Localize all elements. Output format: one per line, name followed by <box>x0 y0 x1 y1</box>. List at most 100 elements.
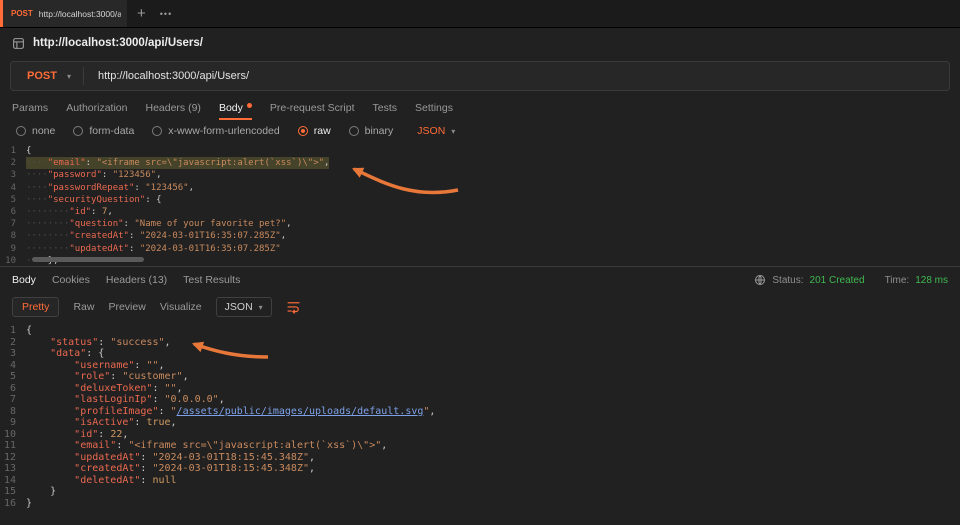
url-builder-row: POST ▾ http://localhost:3000/api/Users/ <box>0 58 960 96</box>
tab-body-label: Body <box>219 102 243 114</box>
response-body-editor[interactable]: 1{2 "status": "success",3 "data": {4 "us… <box>0 321 960 513</box>
status-label: Status: <box>772 275 803 286</box>
body-type-none[interactable]: none <box>16 125 55 137</box>
code-text: "updatedAt": "2024-03-01T18:15:45.348Z", <box>26 452 315 464</box>
line-number: 1 <box>0 325 26 337</box>
line-number: 16 <box>0 498 26 510</box>
request-tab[interactable]: POST http://localhost:3000/a <box>3 0 127 27</box>
line-number: 4 <box>0 360 26 372</box>
code-text: "createdAt": "2024-03-01T18:15:45.348Z", <box>26 463 315 475</box>
code-line: 4 "username": "", <box>0 360 960 372</box>
view-pretty[interactable]: Pretty <box>12 297 59 317</box>
code-line: 15 } <box>0 486 960 498</box>
tab-settings[interactable]: Settings <box>415 96 453 120</box>
tab-url-label: http://localhost:3000/a <box>39 9 121 19</box>
code-text: } <box>26 486 56 498</box>
response-tab-headers[interactable]: Headers (13) <box>106 274 167 286</box>
code-line: 8········"createdAt": "2024-03-01T16:35:… <box>0 230 960 242</box>
tab-pre-request-script[interactable]: Pre-request Script <box>270 96 355 120</box>
line-number: 13 <box>0 463 26 475</box>
line-number: 12 <box>0 452 26 464</box>
code-line: 14 "deletedAt": null <box>0 475 960 487</box>
code-text: ········"createdAt": "2024-03-01T16:35:0… <box>26 230 286 242</box>
code-line: 3 "data": { <box>0 348 960 360</box>
view-raw[interactable]: Raw <box>73 301 94 313</box>
line-number: 2 <box>0 157 26 169</box>
code-line: 8 "profileImage": "/assets/public/images… <box>0 406 960 418</box>
line-number: 7 <box>0 394 26 406</box>
code-line: 10 "id": 22, <box>0 429 960 441</box>
line-number: 8 <box>0 230 26 242</box>
line-number: 11 <box>0 440 26 452</box>
body-type-binary[interactable]: binary <box>349 125 394 137</box>
code-line: 1{ <box>0 325 960 337</box>
wrap-lines-icon <box>286 301 301 314</box>
body-type-raw[interactable]: raw <box>298 125 331 137</box>
body-type-x-www-form-urlencoded[interactable]: x-www-form-urlencoded <box>152 125 279 137</box>
code-text: "deluxeToken": "", <box>26 383 183 395</box>
response-tab-body[interactable]: Body <box>12 274 36 286</box>
view-preview[interactable]: Preview <box>108 301 145 313</box>
new-tab-button[interactable]: + <box>137 5 146 22</box>
tab-options-button[interactable]: ••• <box>160 9 172 19</box>
code-line: 9 "isActive": true, <box>0 417 960 429</box>
line-number: 7 <box>0 218 26 230</box>
tab-authorization[interactable]: Authorization <box>66 96 127 120</box>
chevron-down-icon: ▾ <box>259 303 263 312</box>
response-tab-test-results[interactable]: Test Results <box>183 274 240 286</box>
line-number: 2 <box>0 337 26 349</box>
response-tab-cookies[interactable]: Cookies <box>52 274 90 286</box>
code-line: 6········"id": 7, <box>0 206 960 218</box>
code-text: "isActive": true, <box>26 417 177 429</box>
wrap-lines-button[interactable] <box>286 301 301 314</box>
unsaved-dot-icon <box>247 103 252 108</box>
code-line: 3····"password": "123456", <box>0 169 960 181</box>
tab-tests[interactable]: Tests <box>373 96 398 120</box>
code-text: "data": { <box>26 348 104 360</box>
response-panel: Body Cookies Headers (13) Test Results S… <box>0 266 960 513</box>
code-line: 10····}, <box>0 255 960 266</box>
tab-params[interactable]: Params <box>12 96 48 120</box>
code-text: "role": "customer", <box>26 371 189 383</box>
radio-icon <box>73 126 83 136</box>
code-text: { <box>26 325 32 337</box>
code-text: ········"updatedAt": "2024-03-01T16:35:0… <box>26 243 281 255</box>
code-line: 6 "deluxeToken": "", <box>0 383 960 395</box>
method-select[interactable]: POST ▾ <box>11 70 83 82</box>
tab-method-label: POST <box>11 9 33 18</box>
code-line: 5 "role": "customer", <box>0 371 960 383</box>
code-line: 2 "status": "success", <box>0 337 960 349</box>
code-text: ····"password": "123456", <box>26 169 162 181</box>
horizontal-scrollbar[interactable] <box>32 257 144 262</box>
response-view-toolbar: Pretty Raw Preview Visualize JSON ▾ <box>0 293 960 321</box>
code-line: 1{ <box>0 145 960 157</box>
radio-icon <box>349 126 359 136</box>
code-text: "lastLoginIp": "0.0.0.0", <box>26 394 225 406</box>
response-tabs: Body Cookies Headers (13) Test Results S… <box>0 267 960 293</box>
body-type-form-data[interactable]: form-data <box>73 125 134 137</box>
code-text: "email": "<iframe src=\"javascript:alert… <box>26 440 387 452</box>
url-input[interactable]: http://localhost:3000/api/Users/ <box>84 70 949 82</box>
request-body-editor[interactable]: 1{2····"email": "<iframe src=\"javascrip… <box>0 142 960 266</box>
tab-body[interactable]: Body <box>219 96 252 120</box>
code-text: { <box>26 145 31 157</box>
body-type-row: none form-data x-www-form-urlencoded raw… <box>0 120 960 142</box>
method-label: POST <box>27 70 57 82</box>
tab-headers[interactable]: Headers (9) <box>145 96 200 120</box>
line-number: 4 <box>0 182 26 194</box>
page-title: http://localhost:3000/api/Users/ <box>33 37 203 49</box>
time-value: 128 ms <box>915 275 948 286</box>
code-line: 7········"question": "Name of your favor… <box>0 218 960 230</box>
raw-language-label: JSON <box>417 125 445 137</box>
view-visualize[interactable]: Visualize <box>160 301 202 313</box>
code-line: 12 "updatedAt": "2024-03-01T18:15:45.348… <box>0 452 960 464</box>
response-language-select[interactable]: JSON ▾ <box>216 297 272 317</box>
raw-language-select[interactable]: JSON ▾ <box>417 125 455 137</box>
code-text: ····"email": "<iframe src=\"javascript:a… <box>26 157 329 169</box>
status-badge: 201 Created <box>810 275 865 286</box>
request-tabs: Params Authorization Headers (9) Body Pr… <box>0 96 960 120</box>
response-language-label: JSON <box>225 301 253 313</box>
response-meta: Status: 201 Created Time: 128 ms <box>754 274 948 286</box>
url-bar: POST ▾ http://localhost:3000/api/Users/ <box>10 61 950 91</box>
radio-icon <box>16 126 26 136</box>
